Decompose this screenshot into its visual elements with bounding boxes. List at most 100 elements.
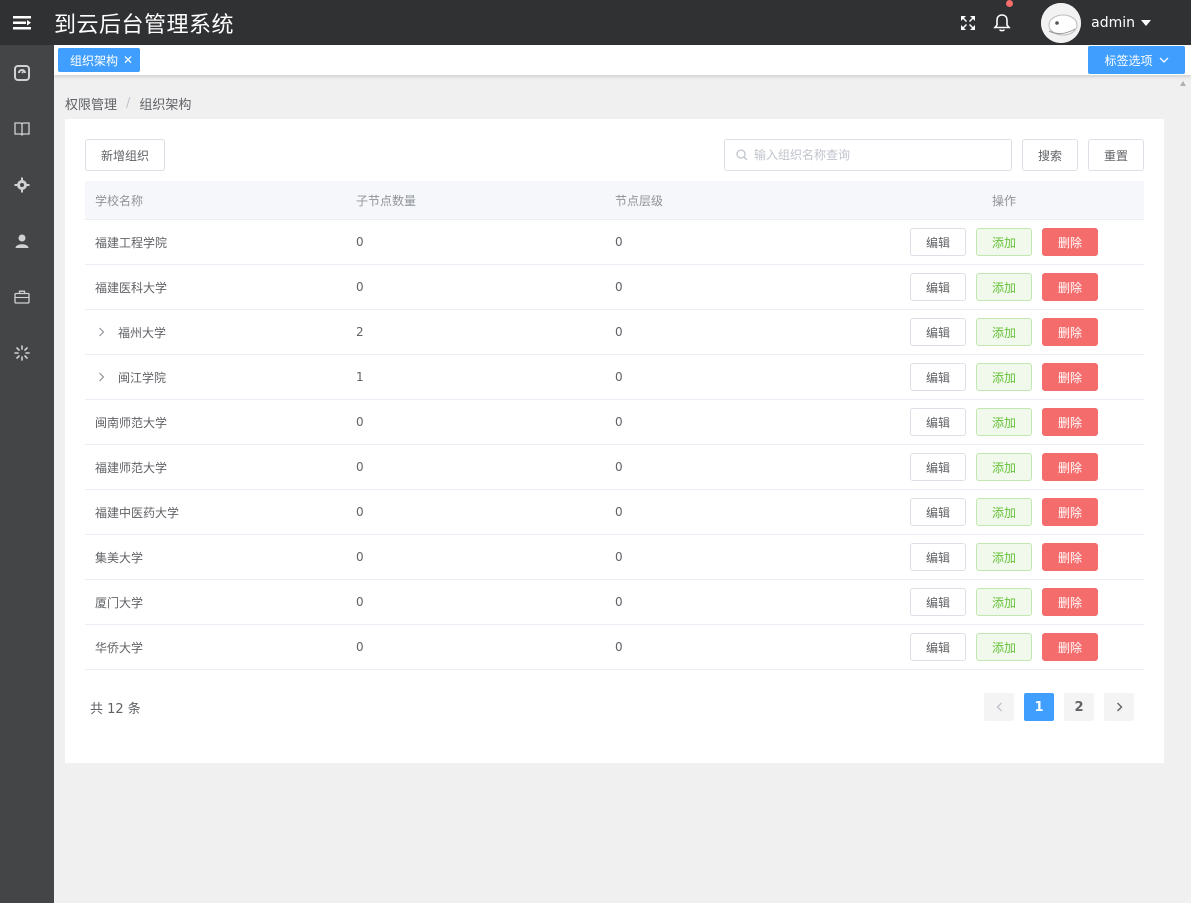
cell-level: 0 — [615, 595, 623, 609]
edit-button[interactable]: 编辑 — [910, 228, 966, 256]
sidebar-item-loading[interactable] — [0, 325, 44, 381]
school-name: 厦门大学 — [95, 595, 144, 610]
prev-page-button[interactable] — [984, 693, 1014, 721]
school-name: 华侨大学 — [95, 640, 144, 655]
school-name: 闽江学院 — [118, 370, 167, 385]
cell-level: 0 — [615, 370, 623, 384]
add-child-button[interactable]: 添加 — [976, 633, 1032, 661]
cell-level: 0 — [615, 415, 623, 429]
cell-level: 0 — [615, 505, 623, 519]
delete-button[interactable]: 删除 — [1042, 453, 1098, 481]
page-2-button[interactable]: 2 — [1064, 693, 1094, 721]
sidebar-item-settings[interactable] — [0, 157, 44, 213]
add-child-button[interactable]: 添加 — [976, 543, 1032, 571]
close-icon[interactable]: ✕ — [123, 53, 133, 67]
scroll-up-arrow-icon[interactable] — [1179, 80, 1187, 88]
sidebar-item-work[interactable] — [0, 269, 44, 325]
sidebar-item-users[interactable] — [0, 213, 44, 269]
main-card: 新增组织 搜索 重置 学校名称 子节点数量 节点层级 操作 福建工程学院 0 0 编辑… — [65, 119, 1164, 763]
cell-children-count: 0 — [356, 415, 364, 429]
cell-level: 0 — [615, 325, 623, 339]
expand-row-icon[interactable] — [98, 327, 112, 337]
total-count: 共 12 条 — [90, 702, 141, 717]
edit-button[interactable]: 编辑 — [910, 318, 966, 346]
edit-button[interactable]: 编辑 — [910, 408, 966, 436]
delete-button[interactable]: 删除 — [1042, 633, 1098, 661]
breadcrumb-item-current: 组织架构 — [139, 98, 192, 113]
notification-button[interactable] — [985, 0, 1019, 45]
reset-button[interactable]: 重置 — [1088, 139, 1144, 171]
notification-badge — [1006, 0, 1014, 7]
add-organization-button[interactable]: 新增组织 — [85, 139, 165, 171]
search-field[interactable] — [724, 139, 1012, 171]
cell-actions: 编辑 添加 删除 — [864, 273, 1144, 301]
add-child-button[interactable]: 添加 — [976, 498, 1032, 526]
dashboard-icon — [14, 65, 30, 81]
tag-org-structure[interactable]: 组织架构 ✕ — [58, 48, 141, 72]
pagination: 1 2 — [974, 693, 1134, 721]
edit-button[interactable]: 编辑 — [910, 543, 966, 571]
book-icon — [14, 122, 30, 136]
cell-name: 闽江学院 — [85, 369, 346, 386]
delete-button[interactable]: 删除 — [1042, 543, 1098, 571]
fullscreen-button[interactable] — [951, 0, 985, 45]
delete-button[interactable]: 删除 — [1042, 318, 1098, 346]
sidebar — [0, 45, 54, 903]
edit-button[interactable]: 编辑 — [910, 633, 966, 661]
table-row: 福州大学 2 0 编辑 添加 删除 — [85, 310, 1144, 355]
cell-actions: 编辑 添加 删除 — [864, 543, 1144, 571]
page-1-button[interactable]: 1 — [1024, 693, 1054, 721]
edit-button[interactable]: 编辑 — [910, 273, 966, 301]
delete-button[interactable]: 删除 — [1042, 408, 1098, 436]
add-child-button[interactable]: 添加 — [976, 453, 1032, 481]
header-right: admin — [951, 0, 1191, 45]
app-title: 到云后台管理系统 — [54, 12, 235, 38]
cell-actions: 编辑 添加 删除 — [864, 228, 1144, 256]
edit-button[interactable]: 编辑 — [910, 453, 966, 481]
delete-button[interactable]: 删除 — [1042, 498, 1098, 526]
cell-name: 福建工程学院 — [85, 234, 346, 251]
expand-row-icon[interactable] — [98, 372, 112, 382]
user-name[interactable]: admin — [1091, 15, 1135, 31]
sidebar-item-docs[interactable] — [0, 101, 44, 157]
edit-button[interactable]: 编辑 — [910, 363, 966, 391]
search-input[interactable] — [754, 148, 994, 162]
cell-name: 集美大学 — [85, 549, 346, 566]
sidebar-item-dashboard[interactable] — [0, 45, 44, 101]
add-child-button[interactable]: 添加 — [976, 318, 1032, 346]
delete-button[interactable]: 删除 — [1042, 228, 1098, 256]
tag-options-button[interactable]: 标签选项 — [1088, 46, 1185, 74]
chevron-right-icon — [1116, 702, 1122, 712]
add-child-button[interactable]: 添加 — [976, 408, 1032, 436]
avatar[interactable] — [1041, 2, 1082, 43]
breadcrumb-item-permissions[interactable]: 权限管理 — [65, 94, 117, 113]
next-page-button[interactable] — [1104, 693, 1134, 721]
cell-name: 厦门大学 — [85, 594, 346, 611]
add-child-button[interactable]: 添加 — [976, 588, 1032, 616]
edit-button[interactable]: 编辑 — [910, 588, 966, 616]
cell-actions: 编辑 添加 删除 — [864, 363, 1144, 391]
search-button[interactable]: 搜索 — [1022, 139, 1078, 171]
add-child-button[interactable]: 添加 — [976, 363, 1032, 391]
fullscreen-icon — [961, 15, 976, 30]
cell-actions: 编辑 添加 删除 — [864, 453, 1144, 481]
user-dropdown-caret-icon[interactable] — [1141, 19, 1151, 26]
tag-options-label: 标签选项 — [1104, 53, 1153, 68]
cell-level: 0 — [615, 460, 623, 474]
edit-button[interactable]: 编辑 — [910, 498, 966, 526]
column-header-actions: 操作 — [991, 193, 1016, 208]
delete-button[interactable]: 删除 — [1042, 363, 1098, 391]
menu-toggle-button[interactable] — [0, 0, 44, 45]
add-child-button[interactable]: 添加 — [976, 228, 1032, 256]
delete-button[interactable]: 删除 — [1042, 273, 1098, 301]
tags-bar: 组织架构 ✕ 标签选项 — [54, 45, 1191, 75]
cell-children-count: 1 — [356, 370, 364, 384]
cell-actions: 编辑 添加 删除 — [864, 408, 1144, 436]
table-row: 厦门大学 0 0 编辑 添加 删除 — [85, 580, 1144, 625]
table-row: 福建医科大学 0 0 编辑 添加 删除 — [85, 265, 1144, 310]
school-name: 福州大学 — [118, 325, 167, 340]
bell-icon — [993, 13, 1011, 31]
add-child-button[interactable]: 添加 — [976, 273, 1032, 301]
delete-button[interactable]: 删除 — [1042, 588, 1098, 616]
cell-name: 华侨大学 — [85, 639, 346, 656]
